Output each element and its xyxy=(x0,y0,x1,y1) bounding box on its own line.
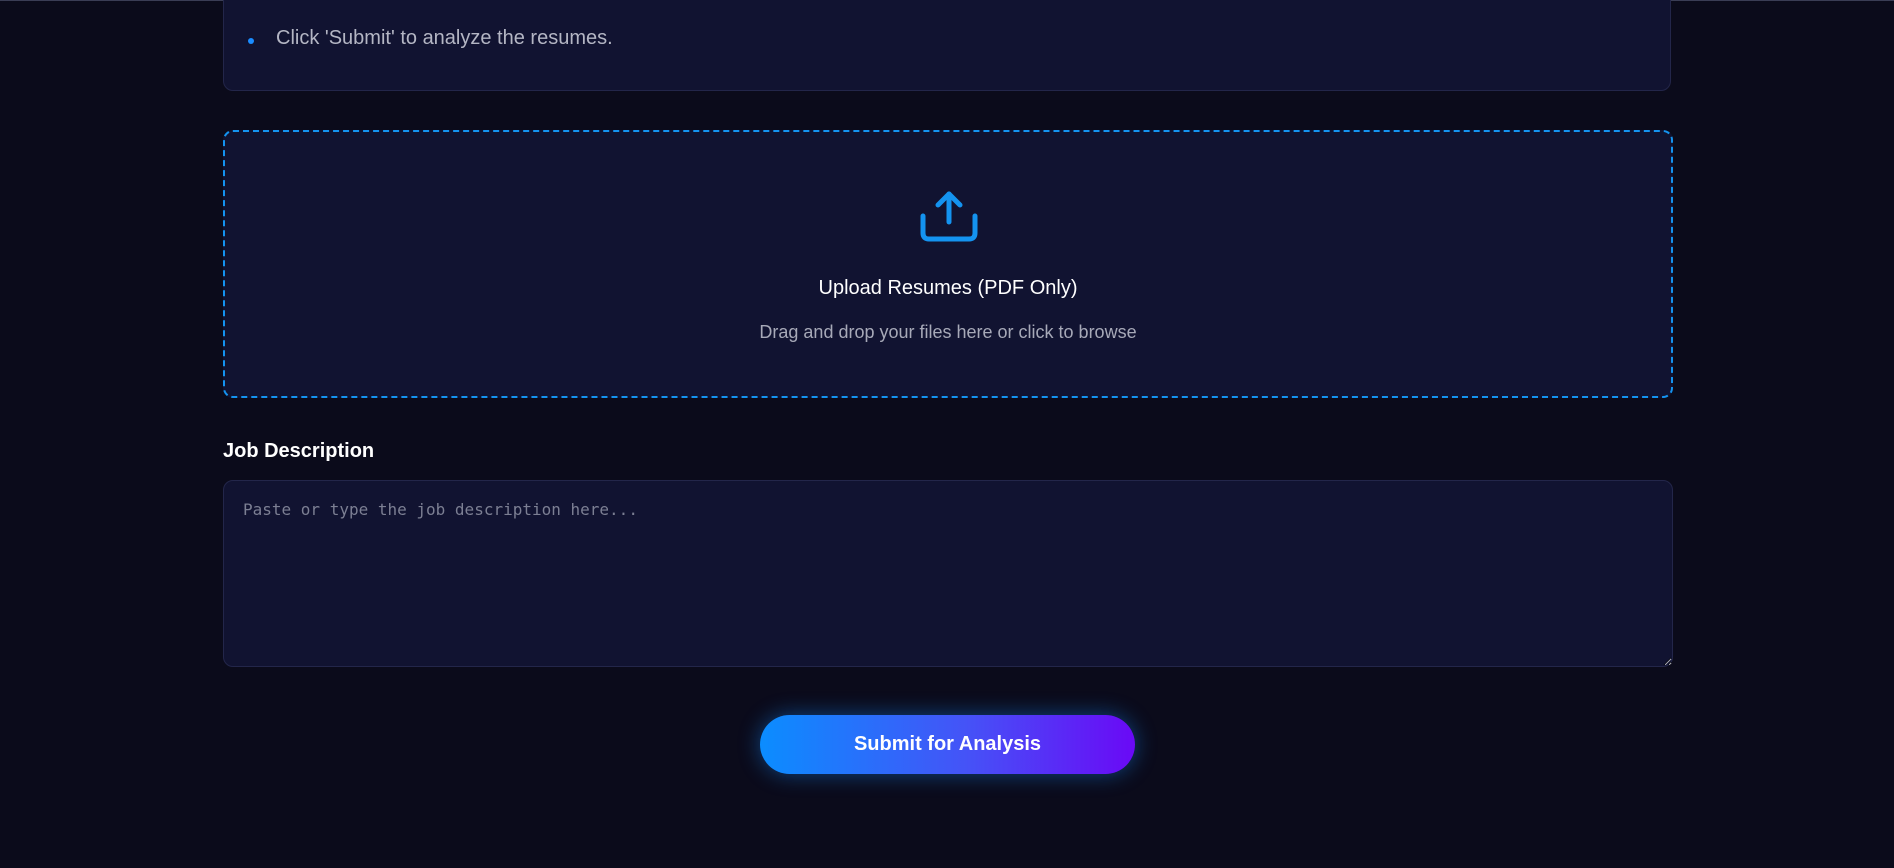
job-description-input[interactable] xyxy=(223,480,1673,667)
instruction-text: Click 'Submit' to analyze the resumes. xyxy=(276,27,613,49)
upload-title: Upload Resumes (PDF Only) xyxy=(818,277,1078,299)
resume-upload-dropzone[interactable]: Upload Resumes (PDF Only) Drag and drop … xyxy=(223,130,1673,398)
job-description-label: Job Description xyxy=(223,440,375,462)
upload-icon xyxy=(920,191,978,242)
bullet-icon xyxy=(248,37,254,44)
upload-subtitle: Drag and drop your files here or click t… xyxy=(759,322,1137,342)
instruction-list-item: Click 'Submit' to analyze the resumes. xyxy=(248,27,613,50)
submit-for-analysis-button[interactable]: Submit for Analysis xyxy=(760,715,1135,774)
instructions-card: Click 'Submit' to analyze the resumes. xyxy=(223,0,1671,91)
page: Click 'Submit' to analyze the resumes. U… xyxy=(0,0,1894,868)
